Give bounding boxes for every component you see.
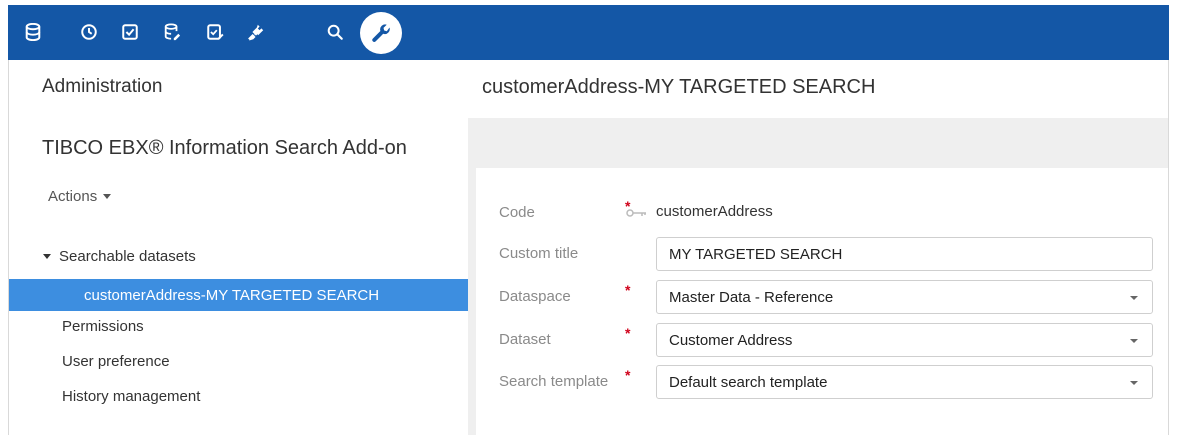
tree-group-label: Searchable datasets [59, 248, 196, 265]
dataset-value: Customer Address [669, 331, 793, 349]
chevron-down-icon [103, 194, 112, 199]
required-mark: * [625, 325, 631, 341]
search-template-value: Default search template [669, 373, 828, 391]
addon-title: TIBCO EBX® Information Search Add-on [42, 137, 407, 159]
actions-label: Actions [48, 188, 98, 205]
record-form: Code * customerAddress Custom title MY T… [476, 168, 1168, 435]
dropdown-arrow-icon [1130, 381, 1138, 385]
search-template-label: Search template [499, 373, 609, 390]
task-check-icon[interactable] [113, 15, 147, 49]
validation-icon[interactable] [198, 15, 232, 49]
primary-key-icon [626, 209, 646, 217]
plugin-icon[interactable] [239, 15, 273, 49]
dataspace-label: Dataspace [499, 288, 571, 305]
dataspace-select[interactable]: Master Data - Reference [656, 280, 1153, 314]
top-toolbar [8, 5, 1169, 60]
tree-item-user-preference[interactable]: User preference [62, 353, 170, 370]
custom-title-value: MY TARGETED SEARCH [669, 245, 843, 263]
admin-navigation-panel: Administration TIBCO EBX® Information Se… [9, 60, 470, 435]
custom-title-field[interactable]: MY TARGETED SEARCH [656, 237, 1153, 271]
custom-title-label: Custom title [499, 245, 579, 262]
dropdown-arrow-icon [1130, 296, 1138, 300]
search-template-select[interactable]: Default search template [656, 365, 1153, 399]
tree-item-permissions[interactable]: Permissions [62, 318, 144, 335]
actions-menu[interactable]: Actions [48, 188, 112, 205]
panel-title: Administration [42, 76, 163, 97]
required-mark: * [625, 282, 631, 298]
history-icon[interactable] [72, 15, 106, 49]
tree-group-searchable-datasets[interactable]: Searchable datasets [43, 248, 196, 265]
dataspace-value: Master Data - Reference [669, 288, 834, 306]
frame-border-right [1168, 60, 1169, 435]
code-value: customerAddress [656, 203, 773, 220]
dataset-label: Dataset [499, 331, 551, 348]
tree-item-selected[interactable]: customerAddress-MY TARGETED SEARCH [9, 279, 470, 311]
code-label: Code [499, 204, 535, 221]
expand-arrow-icon[interactable] [43, 254, 51, 259]
dropdown-arrow-icon [1130, 339, 1138, 343]
search-icon[interactable] [318, 15, 352, 49]
dataset-edit-icon[interactable] [155, 15, 189, 49]
wrench-icon[interactable] [360, 12, 402, 54]
required-mark: * [625, 367, 631, 383]
database-icon[interactable] [16, 15, 50, 49]
tree-item-history-management[interactable]: History management [62, 388, 200, 405]
page-title: customerAddress-MY TARGETED SEARCH [482, 76, 876, 98]
dataset-select[interactable]: Customer Address [656, 323, 1153, 357]
content-header: customerAddress-MY TARGETED SEARCH [470, 60, 1168, 118]
tree-item-label: customerAddress-MY TARGETED SEARCH [84, 286, 380, 304]
